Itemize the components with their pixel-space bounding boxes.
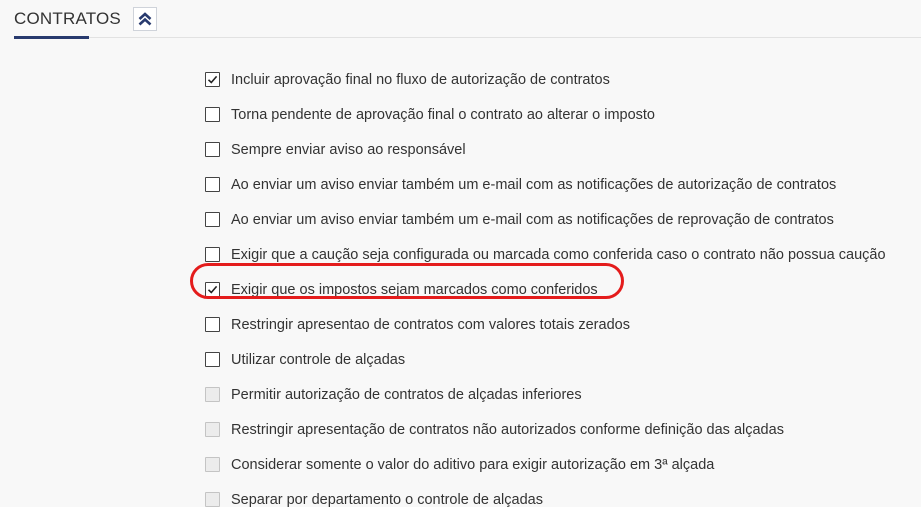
section-title: CONTRATOS (14, 9, 121, 28)
option-row[interactable]: Utilizar controle de alçadas (205, 342, 921, 377)
section-header: CONTRATOS (14, 6, 157, 32)
option-row: Restringir apresentação de contratos não… (205, 412, 921, 447)
checkbox (205, 422, 220, 437)
checkbox[interactable] (205, 352, 220, 367)
option-label: Restringir apresentao de contratos com v… (231, 316, 630, 333)
option-label: Utilizar controle de alçadas (231, 351, 406, 368)
collapse-section-button[interactable] (132, 7, 157, 31)
checkbox[interactable] (205, 317, 220, 332)
header-divider (14, 37, 921, 38)
checkbox (205, 492, 220, 507)
checkbox (205, 387, 220, 402)
option-label: Permitir autorização de contratos de alç… (231, 386, 582, 403)
option-label: Considerar somente o valor do aditivo pa… (231, 456, 715, 473)
option-row[interactable]: Sempre enviar aviso ao responsável (205, 132, 921, 167)
option-label: Torna pendente de aprovação final o cont… (231, 106, 655, 123)
option-label: Ao enviar um aviso enviar também um e-ma… (231, 176, 837, 193)
option-row[interactable]: Restringir apresentao de contratos com v… (205, 307, 921, 342)
option-row: Permitir autorização de contratos de alç… (205, 377, 921, 412)
option-label: Exigir que os impostos sejam marcados co… (231, 281, 598, 298)
option-row: Considerar somente o valor do aditivo pa… (205, 447, 921, 482)
checkbox[interactable] (205, 107, 220, 122)
checkbox[interactable] (205, 142, 220, 157)
checkbox (205, 457, 220, 472)
option-row[interactable]: Ao enviar um aviso enviar também um e-ma… (205, 202, 921, 237)
option-label: Restringir apresentação de contratos não… (231, 421, 784, 438)
option-row[interactable]: Torna pendente de aprovação final o cont… (205, 97, 921, 132)
checkbox-checked[interactable] (205, 72, 220, 87)
option-label: Separar por departamento o controle de a… (231, 491, 543, 507)
checkbox[interactable] (205, 212, 220, 227)
checkbox[interactable] (205, 247, 220, 262)
option-row[interactable]: Incluir aprovação final no fluxo de auto… (205, 62, 921, 97)
option-row: Separar por departamento o controle de a… (205, 482, 921, 507)
option-label: Exigir que a caução seja configurada ou … (231, 246, 886, 263)
option-label: Sempre enviar aviso ao responsável (231, 141, 466, 158)
option-label: Ao enviar um aviso enviar também um e-ma… (231, 211, 834, 228)
option-row[interactable]: Exigir que os impostos sejam marcados co… (205, 272, 921, 307)
options-list: Incluir aprovação final no fluxo de auto… (205, 62, 921, 507)
settings-page: CONTRATOS Incluir aprovação final no flu… (0, 0, 921, 507)
option-row[interactable]: Ao enviar um aviso enviar também um e-ma… (205, 167, 921, 202)
checkbox-checked[interactable] (205, 282, 220, 297)
double-chevron-up-icon (138, 12, 152, 26)
checkbox[interactable] (205, 177, 220, 192)
section-title-underline (14, 36, 89, 39)
option-row[interactable]: Exigir que a caução seja configurada ou … (205, 237, 921, 272)
option-label: Incluir aprovação final no fluxo de auto… (231, 71, 610, 88)
